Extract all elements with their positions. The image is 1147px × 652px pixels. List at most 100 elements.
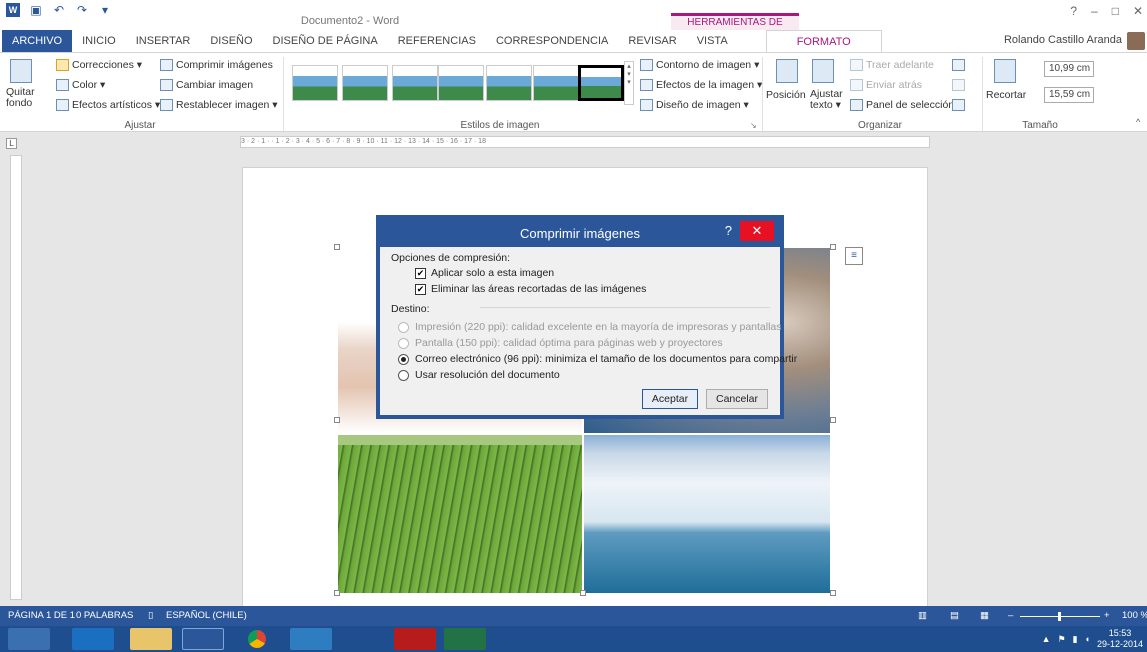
avatar[interactable] <box>1127 32 1145 50</box>
radio-document-resolution[interactable] <box>398 370 409 381</box>
read-mode-icon[interactable]: ▥ <box>918 610 927 621</box>
styles-gallery-scroll[interactable]: ▴ ▾ ▾ <box>624 61 634 105</box>
crop-icon[interactable] <box>994 59 1016 83</box>
page-count[interactable]: PÁGINA 1 DE 1 <box>8 610 75 621</box>
rotate-icon[interactable] <box>952 99 966 111</box>
color-button[interactable]: Color ▾ <box>56 79 105 91</box>
minimize-icon[interactable]: – <box>1091 4 1098 18</box>
clock[interactable]: 15:53 29-12-2014 <box>1097 628 1143 650</box>
user-name[interactable]: Rolando Castillo Aranda <box>1004 34 1122 46</box>
picture-style-6[interactable] <box>533 65 579 101</box>
picture-border-button[interactable]: Contorno de imagen ▾ <box>640 59 759 71</box>
dialog-close-button[interactable]: ✕ <box>740 221 774 241</box>
chrome-taskbar-icon[interactable] <box>236 628 278 650</box>
position-button[interactable]: Posición <box>766 89 806 101</box>
tab-correspondencia[interactable]: CORRESPONDENCIA <box>486 30 618 52</box>
radio-screen[interactable] <box>398 338 409 349</box>
tab-formato[interactable]: FORMATO <box>765 30 882 52</box>
radio-screen-label[interactable]: Pantalla (150 ppi): calidad óptima para … <box>415 337 723 349</box>
zoom-out-icon[interactable]: – <box>1008 610 1013 621</box>
horizontal-ruler[interactable]: 3 · 2 · 1 · · 1 · 2 · 3 · 4 · 5 · 6 · 7 … <box>240 136 930 148</box>
resize-handle[interactable] <box>830 590 836 596</box>
dialog-launcher-icon[interactable]: ↘ <box>750 121 757 130</box>
picture-iceberg[interactable] <box>584 435 830 593</box>
apply-only-checkbox[interactable]: ✔ <box>415 268 426 279</box>
picture-style-5[interactable] <box>486 65 532 101</box>
collapse-ribbon-icon[interactable]: ^ <box>1136 117 1140 127</box>
vertical-ruler[interactable] <box>10 155 22 600</box>
remove-background-button[interactable]: Quitar fondo <box>6 87 36 109</box>
zoom-slider-thumb[interactable] <box>1058 612 1061 621</box>
tab-archivo[interactable]: ARCHIVO <box>2 30 73 52</box>
bring-forward-button[interactable]: Traer adelante <box>850 59 934 71</box>
wrap-text-icon[interactable] <box>812 59 834 83</box>
group-icon[interactable] <box>952 79 966 91</box>
lync-taskbar-icon[interactable] <box>290 628 332 650</box>
tab-diseno[interactable]: DISEÑO <box>200 30 262 52</box>
ok-button[interactable]: Aceptar <box>642 389 698 409</box>
zoom-level[interactable]: 100 % <box>1122 610 1147 621</box>
tab-revisar[interactable]: REVISAR <box>618 30 686 52</box>
height-field[interactable]: 10,99 cm <box>1044 61 1094 77</box>
layout-options-icon[interactable]: ≡ <box>845 247 863 265</box>
word-taskbar-icon[interactable] <box>182 628 224 650</box>
position-icon[interactable] <box>776 59 798 83</box>
width-field[interactable]: 15,59 cm <box>1044 87 1094 103</box>
resize-handle[interactable] <box>830 244 836 250</box>
radio-email[interactable] <box>398 354 409 365</box>
tab-diseno-pagina[interactable]: DISEÑO DE PÁGINA <box>263 30 388 52</box>
dialog-help-icon[interactable]: ? <box>725 223 732 238</box>
zoom-in-icon[interactable]: + <box>1104 610 1110 621</box>
send-backward-button[interactable]: Enviar atrás <box>850 79 922 91</box>
selection-pane-button[interactable]: Panel de selección <box>850 99 954 111</box>
tray-arrow-icon[interactable]: ▲ <box>1042 634 1051 644</box>
volume-icon[interactable]: ◖ <box>1085 634 1090 644</box>
radio-print[interactable] <box>398 322 409 333</box>
radio-print-label[interactable]: Impresión (220 ppi): calidad excelente e… <box>415 321 782 333</box>
align-icon[interactable] <box>952 59 966 71</box>
language[interactable]: ESPAÑOL (CHILE) <box>166 610 247 621</box>
delete-cropped-label[interactable]: Eliminar las áreas recortadas de las imá… <box>431 283 646 295</box>
resize-handle[interactable] <box>830 417 836 423</box>
artistic-effects-button[interactable]: Efectos artísticos ▾ <box>56 99 160 111</box>
excel-taskbar-icon[interactable] <box>444 628 486 650</box>
picture-style-3[interactable] <box>392 65 438 101</box>
print-layout-icon[interactable]: ▤ <box>950 610 959 621</box>
radio-email-label[interactable]: Correo electrónico (96 ppi): minimiza el… <box>415 353 797 365</box>
word-count[interactable]: 0 PALABRAS <box>76 610 133 621</box>
proofing-icon[interactable]: ▯ <box>148 610 153 621</box>
change-picture-button[interactable]: Cambiar imagen <box>160 79 253 91</box>
tab-inicio[interactable]: INICIO <box>72 30 126 52</box>
picture-style-7[interactable] <box>578 65 624 101</box>
tab-selector-icon[interactable]: L <box>6 138 17 149</box>
tab-vista[interactable]: VISTA <box>687 30 738 52</box>
radio-document-resolution-label[interactable]: Usar resolución del documento <box>415 369 560 381</box>
picture-style-1[interactable] <box>292 65 338 101</box>
resize-handle[interactable] <box>334 590 340 596</box>
compress-pictures-button[interactable]: Comprimir imágenes <box>160 59 273 71</box>
close-window-icon[interactable]: ✕ <box>1133 4 1143 18</box>
picture-field[interactable] <box>338 435 582 593</box>
tab-insertar[interactable]: INSERTAR <box>126 30 201 52</box>
maximize-icon[interactable]: □ <box>1112 4 1119 18</box>
wrap-text-button[interactable]: Ajustar texto ▾ <box>810 89 844 111</box>
start-button[interactable] <box>8 628 50 650</box>
acrobat-taskbar-icon[interactable] <box>394 628 436 650</box>
picture-style-4[interactable] <box>438 65 484 101</box>
corrections-button[interactable]: Correcciones ▾ <box>56 59 142 71</box>
apply-only-label[interactable]: Aplicar solo a esta imagen <box>431 267 554 279</box>
outlook-taskbar-icon[interactable] <box>72 628 114 650</box>
explorer-taskbar-icon[interactable] <box>130 628 172 650</box>
resize-handle[interactable] <box>334 417 340 423</box>
delete-cropped-checkbox[interactable]: ✔ <box>415 284 426 295</box>
help-icon[interactable]: ? <box>1070 4 1077 18</box>
reset-picture-button[interactable]: Restablecer imagen ▾ <box>160 99 278 111</box>
remove-background-icon[interactable] <box>10 59 32 83</box>
flag-icon[interactable]: ⚑ <box>1057 634 1065 645</box>
network-icon[interactable]: ▮ <box>1073 634 1078 645</box>
picture-style-2[interactable] <box>342 65 388 101</box>
tab-referencias[interactable]: REFERENCIAS <box>388 30 486 52</box>
resize-handle[interactable] <box>334 244 340 250</box>
resize-handle[interactable] <box>580 590 586 596</box>
cancel-button[interactable]: Cancelar <box>706 389 768 409</box>
